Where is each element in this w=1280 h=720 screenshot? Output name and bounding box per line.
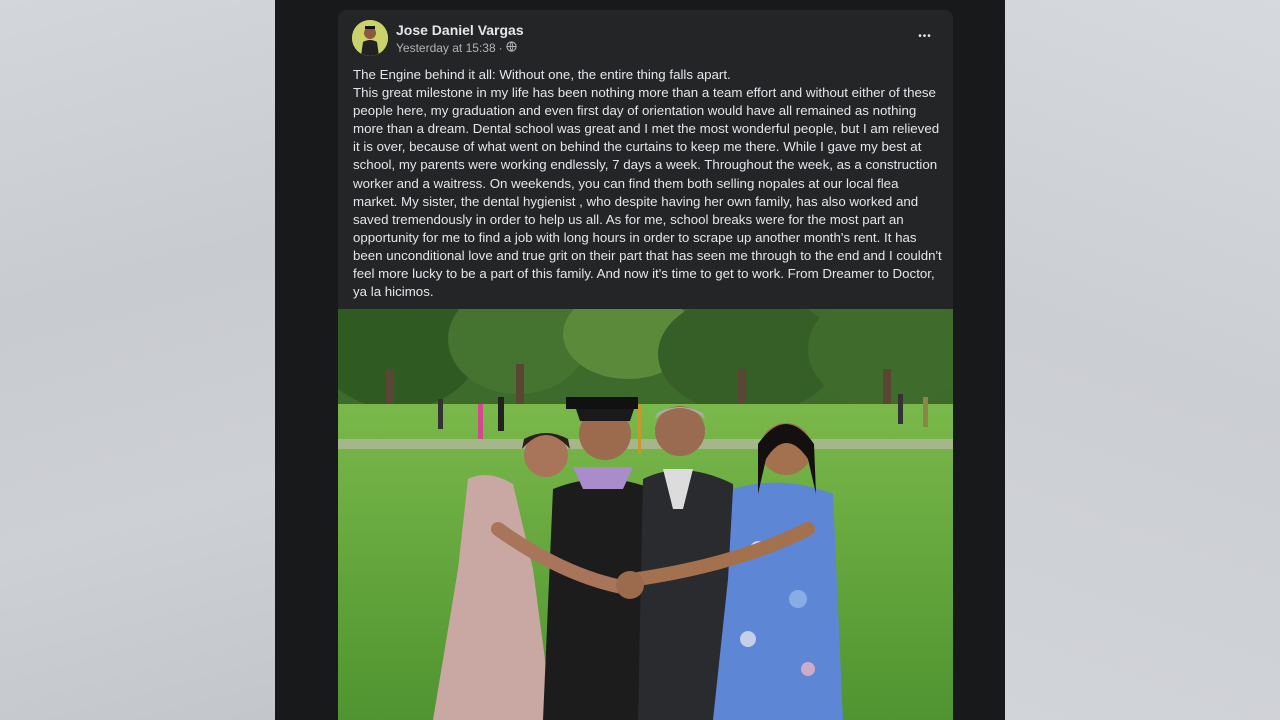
background-right [1005,0,1280,720]
post-header: Jose Daniel Vargas Yesterday at 15:38 · … [338,10,953,66]
post-text: The Engine behind it all: Without one, t… [353,67,942,300]
meta-separator: · [498,41,503,55]
post-photo[interactable] [338,309,953,720]
background-left [0,0,275,720]
post-meta: Yesterday at 15:38 · [396,41,517,55]
more-options-label: ••• [918,30,932,42]
post-timestamp[interactable]: Yesterday at 15:38 [396,41,496,55]
family-graduation-photo [338,309,953,720]
globe-icon[interactable] [506,41,517,55]
post-card: Jose Daniel Vargas Yesterday at 15:38 · … [338,10,953,720]
avatar-portrait [352,20,388,56]
author-name[interactable]: Jose Daniel Vargas [396,22,524,38]
more-options-button[interactable]: ••• [911,24,939,48]
avatar[interactable] [352,20,388,56]
